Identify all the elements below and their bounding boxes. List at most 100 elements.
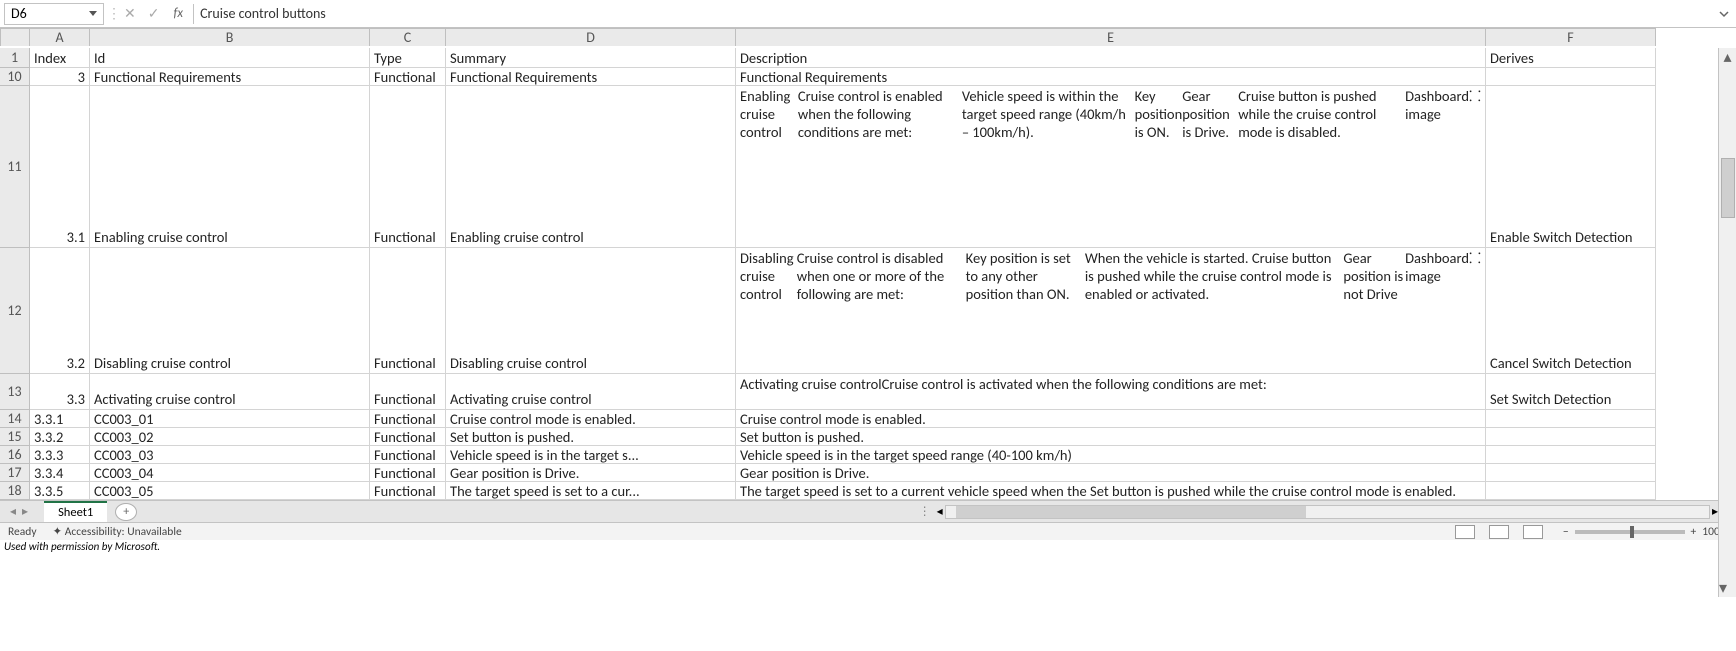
page-break-view-icon[interactable] (1523, 525, 1543, 539)
col-header-B[interactable]: B (90, 28, 370, 46)
cell-C[interactable]: Functional (370, 482, 446, 500)
row-header[interactable]: 14 (0, 410, 30, 428)
zoom-slider[interactable] (1575, 530, 1685, 534)
sheet-tab-active[interactable]: Sheet1 (44, 501, 107, 522)
cell-B[interactable]: Enabling cruise control (90, 86, 370, 248)
horizontal-scrollbar[interactable]: ◂ ▸ (937, 504, 1718, 519)
cell-D[interactable]: Vehicle speed is in the target s... (446, 446, 736, 464)
cell-A[interactable]: Index (30, 48, 90, 68)
row-header[interactable]: 12 (0, 248, 30, 374)
row-header[interactable]: 15 (0, 428, 30, 446)
col-header-D[interactable]: D (446, 28, 736, 46)
cell-B[interactable]: CC003_04 (90, 464, 370, 482)
cell-C[interactable]: Functional (370, 410, 446, 428)
hscroll-thumb[interactable] (956, 506, 1306, 518)
col-header-E[interactable]: E (736, 28, 1486, 46)
next-tab-icon[interactable]: ▸ (22, 504, 28, 519)
cell-C[interactable]: Functional (370, 248, 446, 374)
expand-formula-bar[interactable] (1712, 8, 1736, 20)
zoom-control[interactable]: − + 100% (1563, 525, 1728, 539)
cell-D[interactable]: Activating cruise control (446, 374, 736, 410)
cell-E[interactable]: Vehicle speed is in the target speed ran… (736, 446, 1486, 464)
chevron-down-icon[interactable] (89, 11, 97, 16)
accessibility-status[interactable]: ✦ Accessibility: Unavailable (53, 524, 182, 539)
cell-A[interactable]: 3.3.1 (30, 410, 90, 428)
enter-icon[interactable]: ✓ (148, 5, 160, 22)
zoom-in-icon[interactable]: + (1691, 525, 1697, 539)
cell-E[interactable]: Functional Requirements (736, 68, 1486, 86)
row-header[interactable]: 13 (0, 374, 30, 410)
cell-F[interactable] (1486, 464, 1656, 482)
cell-F[interactable]: Enable Switch Detection (1486, 86, 1656, 248)
add-sheet-button[interactable]: + (115, 503, 137, 521)
row-header[interactable]: 16 (0, 446, 30, 464)
cell-F[interactable] (1486, 446, 1656, 464)
cell-E[interactable]: Gear position is Drive. (736, 464, 1486, 482)
cell-A[interactable]: 3.3.4 (30, 464, 90, 482)
cell-E[interactable]: Enabling cruise controlCruise control is… (736, 86, 1486, 248)
row-header[interactable]: 10 (0, 68, 30, 86)
formula-bar-input[interactable]: Cruise control buttons (194, 5, 1712, 22)
cell-A[interactable]: 3.2 (30, 248, 90, 374)
cell-B[interactable]: Functional Requirements (90, 68, 370, 86)
cell-C[interactable]: Functional (370, 374, 446, 410)
cell-E[interactable]: Activating cruise controlCruise control … (736, 374, 1486, 410)
cell-C[interactable]: Functional (370, 428, 446, 446)
cell-C[interactable]: Functional (370, 86, 446, 248)
cell-C[interactable]: Functional (370, 464, 446, 482)
scroll-up-icon[interactable]: ▴ (1719, 48, 1736, 66)
cell-A[interactable]: 3.3.3 (30, 446, 90, 464)
cell-E[interactable]: The target speed is set to a current veh… (736, 482, 1486, 500)
cell-D[interactable]: Enabling cruise control (446, 86, 736, 248)
cell-B[interactable]: CC003_03 (90, 446, 370, 464)
normal-view-icon[interactable] (1455, 525, 1475, 539)
first-tab-icon[interactable]: ◂ (10, 504, 16, 519)
cell-D[interactable]: The target speed is set to a cur... (446, 482, 736, 500)
cell-E[interactable]: Description (736, 48, 1486, 68)
cell-D[interactable]: Disabling cruise control (446, 248, 736, 374)
cell-D[interactable]: Functional Requirements (446, 68, 736, 86)
cell-F[interactable] (1486, 482, 1656, 500)
scroll-left-icon[interactable]: ◂ (937, 504, 943, 519)
scroll-down-icon[interactable]: ▾ (1719, 579, 1727, 597)
cell-C[interactable]: Type (370, 48, 446, 68)
col-header-C[interactable]: C (370, 28, 446, 46)
cell-B[interactable]: Activating cruise control (90, 374, 370, 410)
cell-B[interactable]: CC003_05 (90, 482, 370, 500)
col-header-A[interactable]: A (30, 28, 90, 46)
cell-D[interactable]: Gear position is Drive. (446, 464, 736, 482)
cancel-icon[interactable]: ✕ (124, 5, 136, 22)
vertical-scrollbar[interactable]: ▴ ▾ (1718, 48, 1736, 597)
cell-F[interactable] (1486, 68, 1656, 86)
cell-B[interactable]: Id (90, 48, 370, 68)
row-header[interactable]: 1 (0, 48, 30, 68)
cell-B[interactable]: CC003_02 (90, 428, 370, 446)
cell-D[interactable]: Cruise control mode is enabled. (446, 410, 736, 428)
cell-F[interactable]: Derives (1486, 48, 1656, 68)
col-header-F[interactable]: F (1486, 28, 1656, 46)
name-box[interactable]: D6 (4, 3, 104, 25)
zoom-out-icon[interactable]: − (1563, 525, 1569, 539)
cell-E[interactable]: Cruise control mode is enabled. (736, 410, 1486, 428)
cell-E[interactable]: Set button is pushed. (736, 428, 1486, 446)
page-layout-view-icon[interactable] (1489, 525, 1509, 539)
cell-B[interactable]: Disabling cruise control (90, 248, 370, 374)
tab-nav[interactable]: ◂ ▸ (0, 504, 38, 519)
row-header[interactable]: 17 (0, 464, 30, 482)
cell-F[interactable]: Set Switch Detection (1486, 374, 1656, 410)
row-header[interactable]: 18 (0, 482, 30, 500)
fx-label[interactable]: fx (173, 6, 183, 21)
cell-A[interactable]: 3 (30, 68, 90, 86)
row-header[interactable]: 11 (0, 86, 30, 248)
cell-A[interactable]: 3.3.2 (30, 428, 90, 446)
cell-D[interactable]: Set button is pushed. (446, 428, 736, 446)
cell-B[interactable]: CC003_01 (90, 410, 370, 428)
cell-F[interactable]: Cancel Switch Detection (1486, 248, 1656, 374)
cell-A[interactable]: 3.3 (30, 374, 90, 410)
cell-A[interactable]: 3.1 (30, 86, 90, 248)
cell-C[interactable]: Functional (370, 68, 446, 86)
cell-F[interactable] (1486, 428, 1656, 446)
view-switcher[interactable] (1455, 525, 1543, 539)
cell-D[interactable]: Summary (446, 48, 736, 68)
cell-E[interactable]: Disabling cruise controlCruise control i… (736, 248, 1486, 374)
